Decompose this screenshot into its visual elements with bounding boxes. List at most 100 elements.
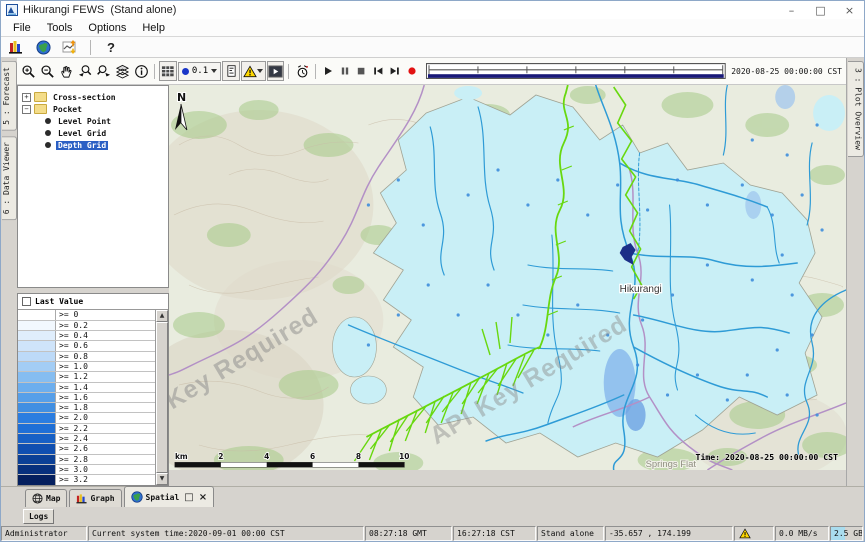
tab-spatial[interactable]: Spatial □ ×	[124, 486, 215, 507]
tab-close-icon[interactable]: ×	[199, 492, 207, 503]
legend-row[interactable]: >= 2.2	[18, 424, 155, 434]
timeseries-chart-icon	[62, 39, 78, 55]
zoom-out-button[interactable]	[39, 61, 57, 81]
skip-end-button[interactable]	[387, 62, 403, 80]
menu-file[interactable]: File	[5, 21, 39, 35]
tab-data-viewer[interactable]: 6 : Data Viewer	[2, 136, 17, 220]
tab-maximize-icon[interactable]: □	[184, 492, 193, 503]
legend-row[interactable]: >= 3.0	[18, 465, 155, 475]
tree-node-pocket[interactable]: − Pocket	[18, 103, 168, 115]
grid-toggle-button[interactable]	[159, 61, 177, 81]
legend-label: >= 3.0	[56, 465, 155, 474]
legend-row[interactable]: >= 0.4	[18, 331, 155, 341]
legend-row[interactable]: >= 1.0	[18, 362, 155, 372]
warnings-dropdown-button[interactable]	[241, 61, 266, 81]
legend-row[interactable]: >= 0	[18, 310, 155, 320]
legend-swatch	[18, 362, 56, 371]
legend-swatch	[18, 413, 56, 422]
left-tab-strip: 5 : Forecast 6 : Data Viewer	[1, 58, 17, 486]
movie-button[interactable]	[267, 61, 285, 81]
explorer-button[interactable]	[6, 38, 26, 56]
expand-icon[interactable]: +	[22, 93, 31, 102]
place-label: Springs Flat	[646, 459, 697, 470]
menu-help[interactable]: Help	[134, 21, 173, 35]
legend-row[interactable]: >= 2.4	[18, 434, 155, 444]
tree-leaf-level-point[interactable]: Level Point	[18, 115, 168, 127]
legend-swatch	[18, 331, 56, 340]
tab-graph[interactable]: Graph	[69, 489, 121, 507]
skip-start-button[interactable]	[370, 62, 386, 80]
hand-icon	[59, 64, 74, 79]
maximize-button[interactable]: □	[806, 1, 835, 19]
legend-row[interactable]: >= 1.6	[18, 393, 155, 403]
minimize-button[interactable]: –	[777, 1, 806, 19]
class-dot-icon	[182, 68, 189, 75]
legend-swatch	[18, 393, 56, 402]
map-canvas[interactable]: API Key Required API Key Required Hikura…	[169, 85, 846, 470]
legend-panel: Last Value >= 0 >= 0.2 >= 0.4 >= 0.6 >= …	[17, 293, 169, 486]
zoom-previous-button[interactable]	[76, 61, 94, 81]
info-button[interactable]	[132, 61, 150, 81]
pan-button[interactable]	[57, 61, 75, 81]
zoom-next-icon	[96, 64, 111, 79]
movie-play-icon	[268, 65, 283, 78]
legend-scrollbar[interactable]: ▲ ▼	[155, 310, 168, 485]
info-icon	[134, 64, 149, 79]
legend-label: >= 2.6	[56, 444, 155, 453]
layers-button[interactable]	[114, 61, 132, 81]
tab-graph-label: Graph	[90, 494, 114, 503]
last-value-checkbox[interactable]	[22, 297, 31, 306]
title-bar[interactable]: Hikurangi FEWS (Stand alone) – □ ×	[1, 1, 864, 19]
map-view[interactable]: API Key Required API Key Required Hikura…	[169, 85, 846, 470]
time-slider[interactable]	[426, 63, 726, 79]
legend-swatch	[18, 475, 56, 484]
legend-toggle-button[interactable]	[222, 61, 240, 81]
legend-row[interactable]: >= 2.0	[18, 413, 155, 423]
legend-label: >= 1.0	[56, 362, 155, 371]
pause-button[interactable]	[337, 62, 353, 80]
collapse-icon[interactable]: −	[22, 105, 31, 114]
tab-forecast[interactable]: 5 : Forecast	[2, 61, 17, 131]
skip-start-icon	[373, 66, 383, 76]
zoom-next-button[interactable]	[95, 61, 113, 81]
stop-button[interactable]	[354, 62, 370, 80]
play-button[interactable]	[320, 62, 336, 80]
tab-plot-overview[interactable]: 3 : Plot Overview	[848, 61, 864, 157]
legend-row[interactable]: >= 0.8	[18, 352, 155, 362]
record-button[interactable]	[404, 62, 420, 80]
status-warning-cell[interactable]	[734, 526, 774, 541]
scroll-up-icon[interactable]: ▲	[156, 310, 168, 322]
timeseries-button[interactable]	[60, 38, 80, 56]
menu-tools[interactable]: Tools	[39, 21, 81, 35]
bottom-tab-bar: Map Graph Spatial □ ×	[1, 486, 864, 507]
legend-row[interactable]: >= 0.6	[18, 341, 155, 351]
tree-node-cross-section[interactable]: + Cross-section	[18, 91, 168, 103]
tab-map[interactable]: Map	[25, 489, 67, 507]
toolbar-separator	[288, 64, 289, 79]
legend-row[interactable]: >= 1.8	[18, 403, 155, 413]
help-button[interactable]: ?	[101, 38, 121, 56]
logs-button[interactable]: Logs	[23, 509, 54, 524]
animation-settings-button[interactable]	[293, 61, 311, 81]
scale-tick: 4	[264, 452, 269, 461]
legend-row[interactable]: >= 3.2	[18, 475, 155, 485]
legend-row[interactable]: >= 1.4	[18, 383, 155, 393]
legend-row[interactable]: >= 0.2	[18, 321, 155, 331]
close-button[interactable]: ×	[835, 1, 864, 19]
north-label: N	[177, 91, 186, 104]
scrollbar-thumb[interactable]	[156, 322, 168, 473]
legend-swatch	[18, 341, 56, 350]
tree-leaf-depth-grid[interactable]: Depth Grid	[18, 139, 168, 151]
tree-leaf-level-grid[interactable]: Level Grid	[18, 127, 168, 139]
legend-row[interactable]: >= 2.6	[18, 444, 155, 454]
left-panel: + Cross-section − Pocket Level Point	[17, 85, 169, 486]
threshold-dropdown[interactable]: 0.1	[178, 62, 221, 81]
zoom-in-button[interactable]	[20, 61, 38, 81]
menu-options[interactable]: Options	[80, 21, 134, 35]
map-display-button[interactable]	[33, 38, 53, 56]
scale-tick: 10	[399, 452, 409, 461]
legend-row[interactable]: >= 1.2	[18, 372, 155, 382]
scroll-down-icon[interactable]: ▼	[156, 473, 168, 485]
legend-row[interactable]: >= 2.8	[18, 455, 155, 465]
status-system-time: Current system time:2020-09-01 00:00 CST	[88, 526, 364, 541]
